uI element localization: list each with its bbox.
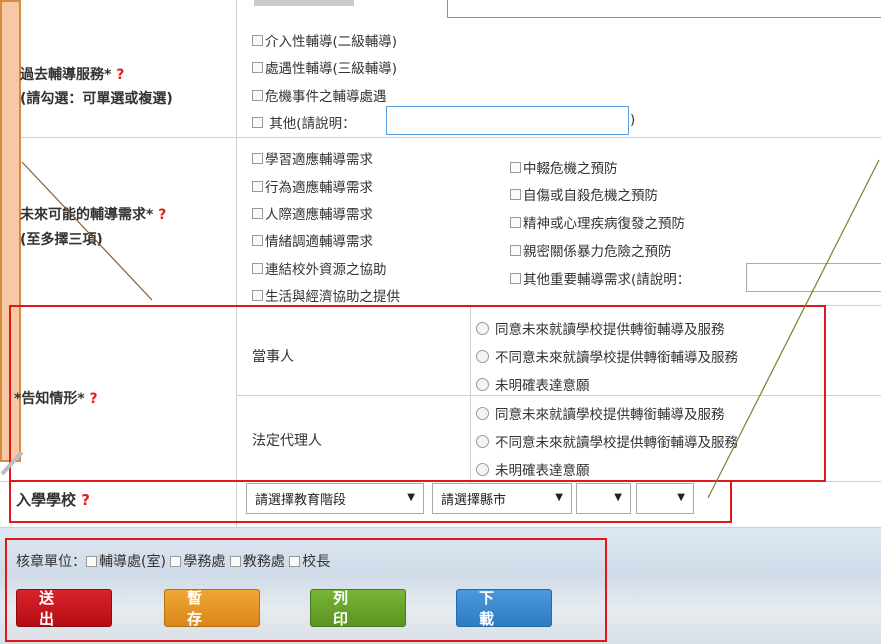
annotation-line-brown	[21, 161, 153, 301]
annotation-lines	[0, 159, 880, 499]
annotation-line-green	[707, 159, 880, 499]
annotation-line-gray	[0, 450, 24, 476]
